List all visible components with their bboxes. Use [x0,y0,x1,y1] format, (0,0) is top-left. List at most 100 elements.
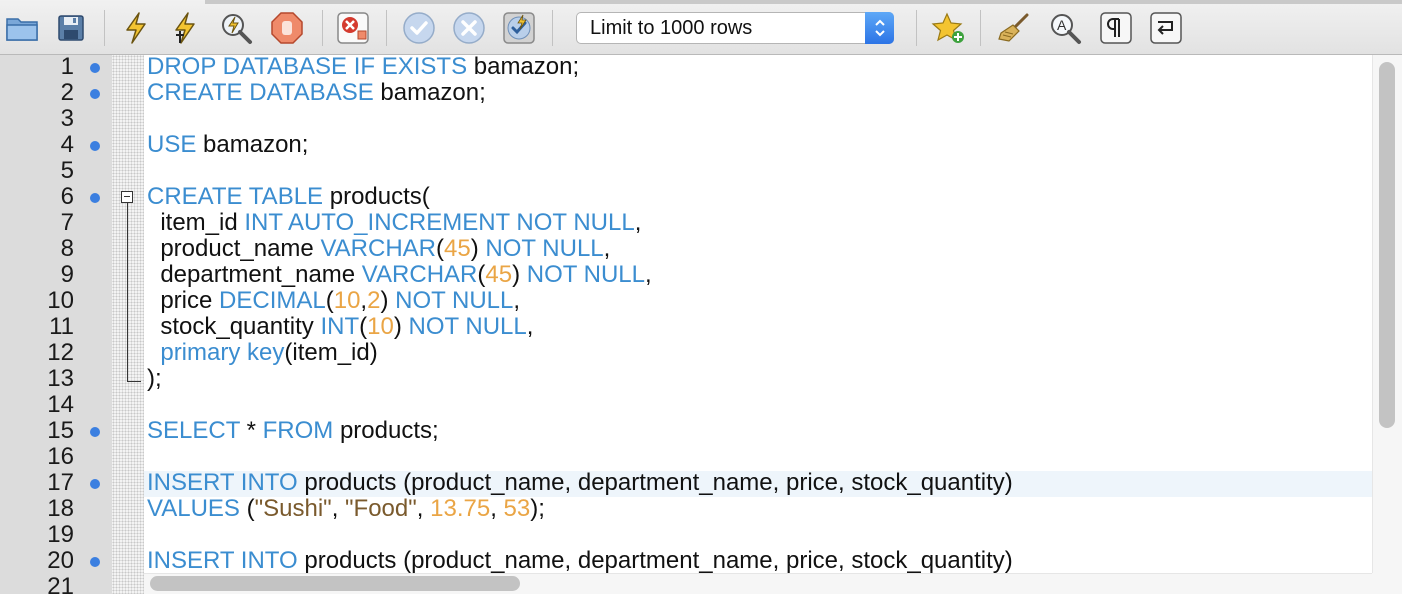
line-number: 2 [60,79,74,106]
line-number: 18 [47,495,74,522]
line-number-gutter[interactable]: 1 2 3 4 5 6 7 8 9 10 11 12 13 14 15 16 17 18 19 20 21 [0,54,112,600]
sql-number: 13.75 [430,495,491,522]
sql-number: 45 [444,235,471,262]
code-line[interactable]: INSERT INTO products (product_name, depa… [147,548,1013,574]
sql-text: (item_id) [284,339,378,366]
sql-text: , [331,495,346,522]
scroll-corner [1372,573,1402,594]
line-number: 21 [47,573,74,600]
rollback-button[interactable] [450,9,488,47]
sql-editor[interactable]: DROP DATABASE IF EXISTS bamazon; CREATE D… [144,55,1372,573]
explain-button[interactable] [217,9,255,47]
sql-keyword: VARCHAR [361,261,478,288]
x-circle-icon [453,12,485,44]
invisible-chars-button[interactable] [1097,9,1135,47]
line-number: 8 [60,235,74,262]
execute-current-button[interactable] [166,9,204,47]
sql-text: price [147,287,220,314]
line-number: 7 [60,209,74,236]
broom-icon [998,13,1029,42]
sql-text: department_name [147,261,362,288]
floppy-disk-icon [58,15,84,41]
sql-text: , [634,209,642,236]
statement-marker-icon [90,89,100,99]
sql-number: 53 [503,495,531,522]
open-folder-button[interactable] [3,9,41,47]
code-line[interactable]: VALUES ("Sushi", "Food", 13.75, 53); [147,496,545,522]
line-number: 17 [47,469,74,496]
code-line[interactable]: CREATE DATABASE bamazon; [147,80,486,106]
code-line[interactable]: department_name VARCHAR(45) NOT NULL, [147,261,652,288]
vertical-scroll-thumb[interactable] [1379,62,1395,428]
limit-rows-select[interactable]: Limit to 1000 rows [576,12,894,44]
code-line[interactable]: item_id INT AUTO_INCREMENT NOT NULL, [147,210,641,236]
line-number: 13 [47,365,74,392]
sql-text: , [513,287,521,314]
sql-text: , [645,261,652,288]
sql-text: , [416,495,431,522]
editor-toolbar: Limit to 1000 rows A [0,0,1402,55]
sql-number: 45 [485,261,513,288]
sql-keyword: INSERT INTO [147,469,298,496]
find-button[interactable]: A [1046,9,1084,47]
sql-number: 10 [333,287,361,314]
code-line[interactable]: USE bamazon; [147,132,308,158]
stop-button[interactable] [268,9,306,47]
code-line[interactable]: price DECIMAL(10,2) NOT NULL, [147,288,520,314]
statement-marker-icon [90,63,100,73]
sql-keyword: NOT NULL [395,287,514,314]
sql-text: ); [530,495,545,522]
code-line[interactable]: ); [147,366,162,392]
sql-number: 2 [367,287,381,314]
toolbar-separator [980,10,981,46]
sql-text: ( [239,495,255,522]
statement-marker-icon [90,141,100,151]
limit-rows-value: Limit to 1000 rows [590,16,753,39]
sql-text: ( [359,313,368,340]
add-snippet-button[interactable] [930,9,968,47]
save-button[interactable] [52,9,90,47]
beautify-button[interactable] [995,9,1033,47]
sql-text: products; [333,417,439,444]
sql-text: ) [512,261,527,288]
magnifier-lightning-icon [222,14,252,44]
sql-keyword: DROP DATABASE IF EXISTS [147,55,468,80]
code-line[interactable]: primary key(item_id) [147,339,378,366]
horizontal-scroll-thumb[interactable] [150,576,520,591]
sql-number: 10 [367,313,394,340]
toolbar-separator [104,10,105,46]
line-number: 12 [47,339,74,366]
line-number: 3 [60,105,74,132]
toggle-error-stop-button[interactable] [334,9,372,47]
code-line[interactable]: product_name VARCHAR(45) NOT NULL, [147,236,610,262]
line-number: 20 [47,547,74,574]
sql-keyword: NOT NULL [526,261,646,288]
sql-keyword: NOT NULL [408,313,527,340]
sql-text: ( [325,287,334,314]
fold-margin[interactable] [112,55,144,594]
execute-button[interactable] [117,9,155,47]
code-line[interactable]: CREATE TABLE products( [147,184,430,210]
sql-text: * [239,417,263,444]
sql-text: item_id [147,209,245,236]
wrap-icon [1150,12,1182,44]
sql-string: "Sushi" [254,495,332,522]
line-number: 4 [60,131,74,158]
sql-text: products( [323,183,430,210]
statement-marker-icon [90,193,100,203]
statement-marker-icon [90,427,100,437]
sql-text: ) [470,235,486,262]
code-line[interactable]: SELECT * FROM products; [147,418,439,444]
auto-commit-button[interactable] [500,9,538,47]
code-line[interactable]: DROP DATABASE IF EXISTS bamazon; [147,55,579,80]
fold-toggle-icon[interactable] [121,191,133,203]
commit-button[interactable] [400,9,438,47]
code-line[interactable]: stock_quantity INT(10) NOT NULL, [147,314,533,340]
select-arrows-icon [865,12,894,44]
svg-text:A: A [1057,17,1067,33]
error-stop-icon [337,12,369,44]
code-line[interactable]: INSERT INTO products (product_name, depa… [147,470,1013,496]
sql-text: , [526,313,534,340]
wrap-lines-button[interactable] [1147,9,1185,47]
